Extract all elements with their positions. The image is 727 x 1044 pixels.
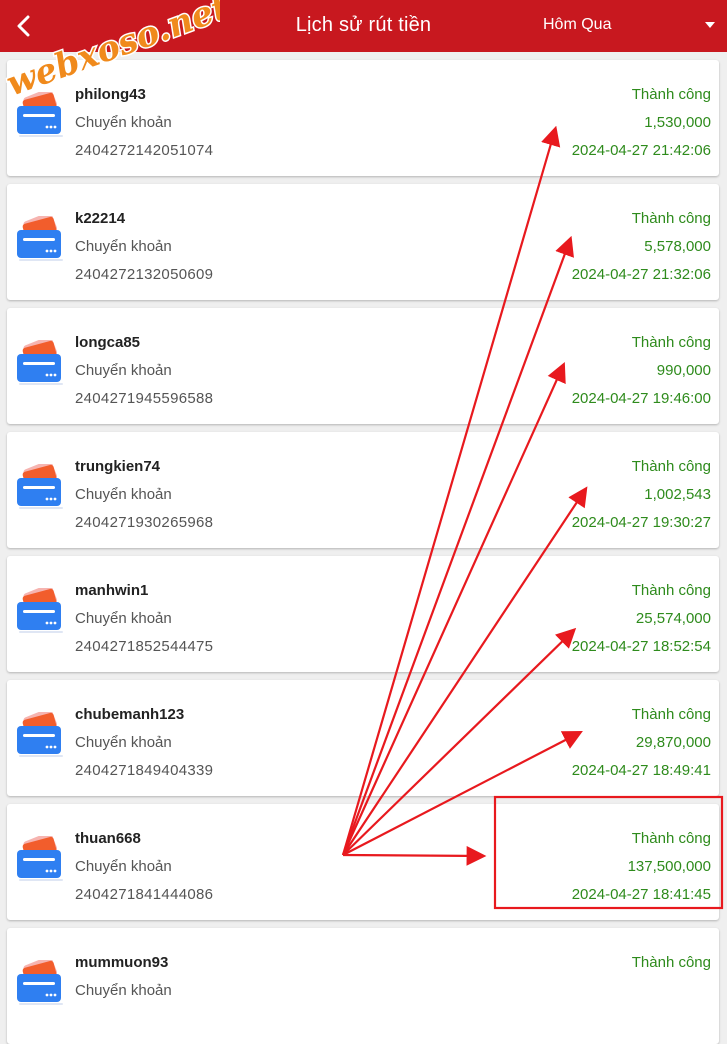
- timestamp: 2024-04-27 21:32:06: [571, 266, 711, 283]
- bank-card-icon: [16, 336, 66, 386]
- amount: 990,000: [656, 362, 711, 379]
- transaction-card[interactable]: trungkien74 Chuyển khoản 2404271930265968 T…: [7, 432, 719, 548]
- transaction-code: 2404272132050609: [75, 266, 214, 283]
- bank-card-icon: [16, 88, 66, 138]
- status-text: Thành công: [631, 210, 711, 227]
- payment-method: Chuyển khoản: [75, 734, 172, 751]
- transaction-card[interactable]: chubemanh123 Chuyển khoản 2404271849404339…: [7, 680, 719, 796]
- bank-card-icon: [16, 956, 66, 1006]
- timestamp: 2024-04-27 18:52:54: [571, 638, 711, 655]
- username: philong43: [75, 86, 146, 103]
- transaction-card[interactable]: longca85 Chuyển khoản 2404271945596588 Thàn…: [7, 308, 719, 424]
- transaction-card[interactable]: k22214 Chuyển khoản 2404272132050609 Thành …: [7, 184, 719, 300]
- status-text: Thành công: [631, 86, 711, 103]
- payment-method: Chuyển khoản: [75, 486, 172, 503]
- status-text: Thành công: [631, 706, 711, 723]
- bank-card-icon: [16, 832, 66, 882]
- transaction-code: 2404272142051074: [75, 142, 214, 159]
- status-text: Thành công: [631, 830, 711, 847]
- payment-method: Chuyển khoản: [75, 238, 172, 255]
- status-text: Thành công: [631, 954, 711, 971]
- username: mummuon93: [75, 954, 169, 971]
- amount: 25,574,000: [635, 610, 711, 627]
- timestamp: 2024-04-27 21:42:06: [571, 142, 711, 159]
- status-text: Thành công: [631, 582, 711, 599]
- username: chubemanh123: [75, 706, 185, 723]
- transaction-code: 2404271945596588: [75, 390, 214, 407]
- timestamp: 2024-04-27 18:49:41: [571, 762, 711, 779]
- transaction-code: 2404271849404339: [75, 762, 214, 779]
- username: longca85: [75, 334, 141, 351]
- status-text: Thành công: [631, 334, 711, 351]
- transaction-code: 2404271930265968: [75, 514, 214, 531]
- payment-method: Chuyển khoản: [75, 982, 172, 999]
- bank-card-icon: [16, 212, 66, 262]
- username: k22214: [75, 210, 126, 227]
- transaction-card[interactable]: mummuon93 Chuyển khoản Thành công: [7, 928, 719, 1044]
- timestamp: 2024-04-27 19:30:27: [571, 514, 711, 531]
- username: thuan668: [75, 830, 141, 847]
- bank-card-icon: [16, 584, 66, 634]
- username: trungkien74: [75, 458, 161, 475]
- payment-method: Chuyển khoản: [75, 114, 172, 131]
- bank-card-icon: [16, 708, 66, 758]
- app-header: Lịch sử rút tiền Hôm Qua: [0, 0, 727, 52]
- timestamp: 2024-04-27 19:46:00: [571, 390, 711, 407]
- transaction-card[interactable]: thuan668 Chuyển khoản 2404271841444086 Thàn…: [7, 804, 719, 920]
- payment-method: Chuyển khoản: [75, 858, 172, 875]
- status-text: Thành công: [631, 458, 711, 475]
- payment-method: Chuyển khoản: [75, 362, 172, 379]
- amount: 137,500,000: [627, 858, 711, 875]
- amount: 29,870,000: [635, 734, 711, 751]
- timestamp: 2024-04-27 18:41:45: [571, 886, 711, 903]
- transaction-card[interactable]: manhwin1 Chuyển khoản 2404271852544475 Thàn…: [7, 556, 719, 672]
- transaction-card[interactable]: philong43 Chuyển khoản 2404272142051074 Thà…: [7, 60, 719, 176]
- username: manhwin1: [75, 582, 149, 599]
- amount: 1,530,000: [644, 114, 711, 131]
- caret-down-icon[interactable]: [705, 22, 715, 28]
- payment-method: Chuyển khoản: [75, 610, 172, 627]
- page-title: Lịch sử rút tiền: [295, 14, 432, 36]
- bank-card-icon: [16, 460, 66, 510]
- transaction-code: 2404271852544475: [75, 638, 214, 655]
- date-filter-select[interactable]: Hôm Qua: [543, 16, 611, 34]
- amount: 1,002,543: [644, 486, 711, 503]
- amount: 5,578,000: [644, 238, 711, 255]
- transaction-code: 2404271841444086: [75, 886, 214, 903]
